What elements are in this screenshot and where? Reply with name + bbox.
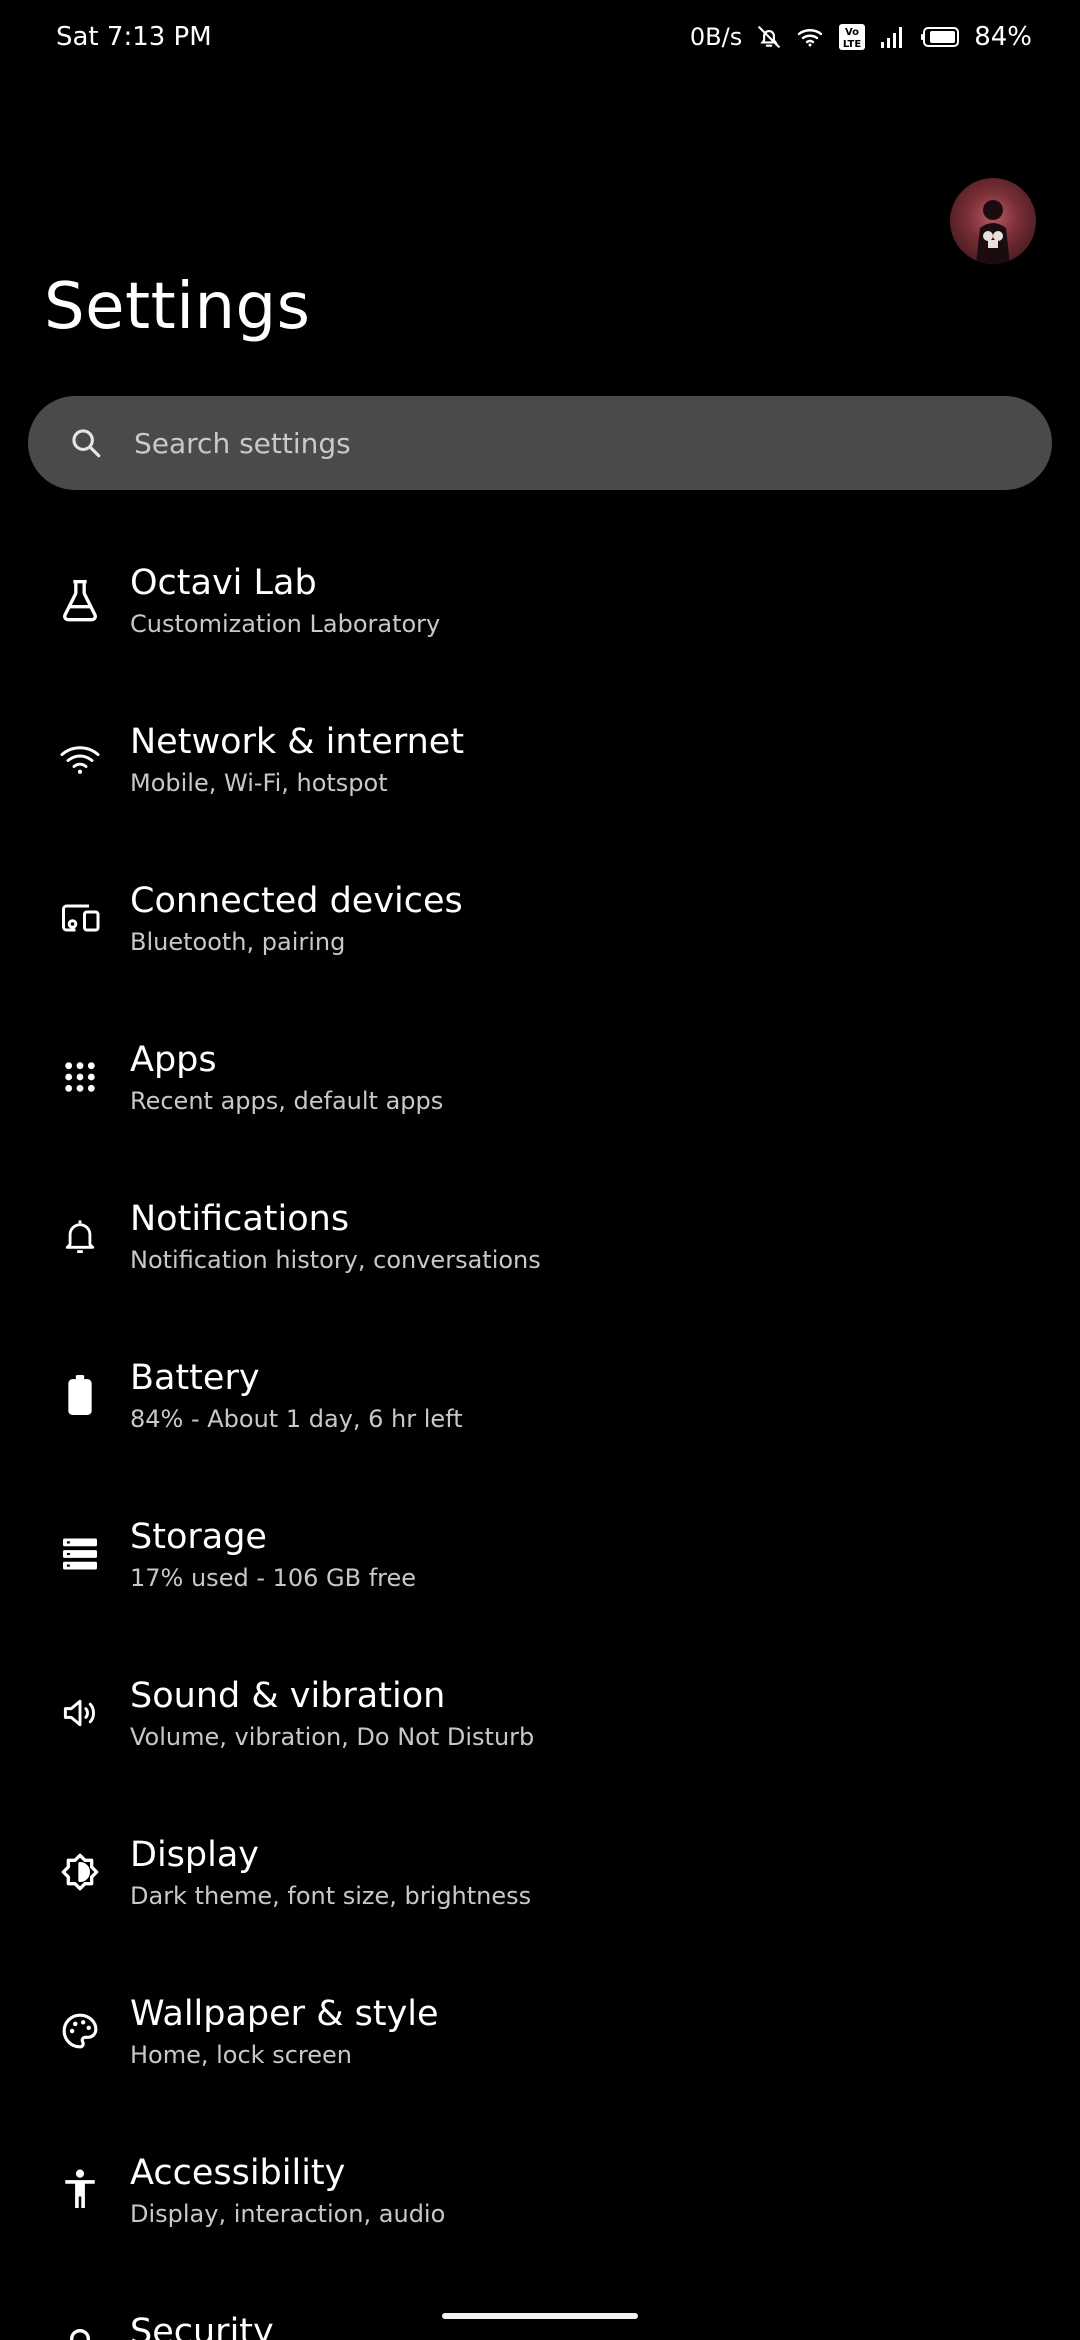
item-subtitle: Customization Laboratory	[130, 610, 441, 638]
item-title: Display	[130, 1835, 260, 1875]
settings-item-accessibility[interactable]: Accessibility Display, interaction, audi…	[0, 2110, 1080, 2269]
settings-item-wallpaper[interactable]: Wallpaper & style Home, lock screen	[0, 1951, 1080, 2110]
battery-status-icon	[920, 26, 960, 48]
settings-item-notifications[interactable]: Notifications Notification history, conv…	[0, 1156, 1080, 1315]
item-subtitle: 17% used - 106 GB free	[130, 1564, 417, 1592]
item-title: Apps	[130, 1040, 217, 1080]
apps-grid-icon	[56, 1053, 104, 1101]
item-subtitle: Mobile, Wi-Fi, hotspot	[130, 769, 388, 797]
search-input[interactable]	[132, 425, 956, 461]
item-title: Wallpaper & style	[130, 1994, 439, 2034]
settings-item-octavi-lab[interactable]: Octavi Lab Customization Laboratory	[0, 520, 1080, 679]
bell-icon	[56, 1212, 104, 1260]
wifi-status-icon	[796, 25, 824, 49]
item-title: Notifications	[130, 1199, 350, 1239]
volte-icon: Vo LTE	[838, 23, 866, 51]
flask-icon	[56, 576, 104, 624]
profile-avatar[interactable]	[950, 178, 1036, 264]
item-title: Accessibility	[130, 2153, 346, 2193]
wifi-icon	[56, 735, 104, 783]
search-bar[interactable]	[28, 396, 1052, 490]
svg-text:Vo: Vo	[845, 27, 859, 38]
settings-item-storage[interactable]: Storage 17% used - 106 GB free	[0, 1474, 1080, 1633]
settings-list: Octavi Lab Customization Laboratory Netw…	[0, 520, 1080, 2340]
item-title: Sound & vibration	[130, 1676, 446, 1716]
item-subtitle: Dark theme, font size, brightness	[130, 1882, 532, 1910]
item-title: Network & internet	[130, 722, 465, 762]
home-gesture-bar[interactable]	[442, 2313, 638, 2319]
settings-item-connected-devices[interactable]: Connected devices Bluetooth, pairing	[0, 838, 1080, 997]
item-title: Connected devices	[130, 881, 463, 921]
status-icons: 0B/s Vo LTE 84%	[690, 22, 1032, 52]
status-time: Sat 7:13 PM	[56, 22, 212, 52]
settings-item-security[interactable]: Security	[0, 2269, 1080, 2340]
status-bar: Sat 7:13 PM 0B/s Vo LTE 84%	[0, 0, 1080, 80]
brightness-icon	[56, 1848, 104, 1896]
storage-icon	[56, 1530, 104, 1578]
item-title: Octavi Lab	[130, 563, 317, 603]
item-subtitle: Home, lock screen	[130, 2041, 352, 2069]
net-speed: 0B/s	[689, 23, 743, 51]
item-title: Battery	[130, 1358, 260, 1398]
battery-icon	[56, 1371, 104, 1419]
battery-percent: 84%	[974, 22, 1032, 52]
settings-screen: Sat 7:13 PM 0B/s Vo LTE 84% Settings Sea…	[0, 0, 1080, 2340]
item-subtitle: Display, interaction, audio	[130, 2200, 446, 2228]
settings-item-apps[interactable]: Apps Recent apps, default apps	[0, 997, 1080, 1156]
signal-icon	[880, 25, 906, 49]
item-title: Security	[130, 2312, 274, 2340]
lock-icon	[56, 2325, 104, 2340]
settings-item-display[interactable]: Display Dark theme, font size, brightnes…	[0, 1792, 1080, 1951]
item-subtitle: Volume, vibration, Do Not Disturb	[130, 1723, 535, 1751]
bell-off-icon	[756, 24, 782, 50]
settings-item-network[interactable]: Network & internet Mobile, Wi-Fi, hotspo…	[0, 679, 1080, 838]
svg-text:LTE: LTE	[843, 39, 862, 50]
item-subtitle: 84% - About 1 day, 6 hr left	[130, 1405, 463, 1433]
devices-icon	[56, 894, 104, 942]
settings-item-sound[interactable]: Sound & vibration Volume, vibration, Do …	[0, 1633, 1080, 1792]
item-title: Storage	[130, 1517, 267, 1557]
item-subtitle: Notification history, conversations	[130, 1246, 541, 1274]
accessibility-icon	[56, 2166, 104, 2214]
speaker-icon	[56, 1689, 104, 1737]
item-subtitle: Bluetooth, pairing	[130, 928, 346, 956]
settings-item-battery[interactable]: Battery 84% - About 1 day, 6 hr left	[0, 1315, 1080, 1474]
palette-icon	[56, 2007, 104, 2055]
search-icon	[66, 423, 106, 463]
item-subtitle: Recent apps, default apps	[130, 1087, 444, 1115]
page-title: Settings	[44, 270, 311, 344]
